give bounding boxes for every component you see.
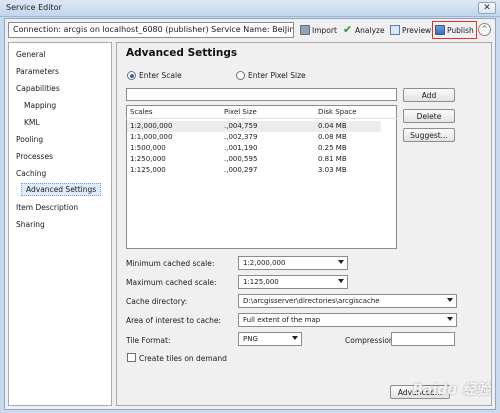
cache-directory-value: D:\arcgisserver\directories\arcgiscache	[243, 297, 380, 305]
table-row[interactable]: 1:125,000 .,000,297 3.03 MB	[127, 165, 381, 176]
sidebar-item-caching[interactable]: Caching	[16, 169, 46, 178]
cache-directory-label: Cache directory:	[126, 297, 188, 306]
suggest-button[interactable]: Suggest...	[403, 128, 455, 142]
enter-scale-label: Enter Scale	[139, 71, 182, 80]
publish-button[interactable]: Publish	[432, 21, 477, 39]
aoi-select[interactable]: Full extent of the map	[238, 313, 457, 327]
import-button[interactable]: Import	[298, 22, 339, 38]
collapse-icon[interactable]: ^	[478, 23, 491, 36]
sidebar-item-parameters[interactable]: Parameters	[16, 67, 59, 76]
disk-space-cell: 3.03 MB	[318, 166, 347, 174]
preview-icon	[390, 25, 400, 35]
sidebar-item-item-description[interactable]: Item Description	[16, 203, 78, 212]
column-header-scales[interactable]: Scales	[130, 108, 152, 116]
sidebar-item-general[interactable]: General	[16, 50, 46, 59]
pixel-size-cell: .,000,297	[224, 166, 258, 174]
sidebar-item-mapping[interactable]: Mapping	[24, 101, 56, 110]
scale-cell: 1:500,000	[130, 144, 166, 152]
compression-input[interactable]	[391, 332, 455, 346]
table-header: Scales Pixel Size Disk Space	[126, 105, 397, 119]
sidebar-item-capabilities[interactable]: Capabilities	[16, 84, 60, 93]
scale-cell: 1:250,000	[130, 155, 166, 163]
sidebar-item-processes[interactable]: Processes	[16, 152, 53, 161]
scale-cell: 1:125,000	[130, 166, 166, 174]
close-window-button[interactable]: ✕	[478, 2, 496, 14]
publish-icon	[435, 25, 445, 35]
min-scale-label: Minimum cached scale:	[126, 259, 215, 268]
table-row[interactable]: 1:1,000,000 .,002,379 0.08 MB	[127, 132, 381, 143]
column-header-pixel-size[interactable]: Pixel Size	[224, 108, 257, 116]
add-button[interactable]: Add	[403, 88, 455, 102]
table-row[interactable]: 1:2,000,000 .,004,759 0.04 MB	[127, 121, 381, 132]
enter-pixel-size-radio[interactable]	[236, 71, 245, 80]
sidebar-item-sharing[interactable]: Sharing	[16, 220, 45, 229]
sidebar-item-kml[interactable]: KML	[24, 118, 40, 127]
table-row[interactable]: 1:500,000 .,001,190 0.25 MB	[127, 143, 381, 154]
min-scale-value: 1:2,000,000	[243, 259, 286, 267]
watermark-logo: Baidu 经验	[412, 382, 490, 398]
scale-cell: 1:2,000,000	[130, 122, 173, 130]
preview-label: Preview	[402, 25, 432, 35]
pixel-size-cell: .,000,595	[224, 155, 258, 163]
preview-button[interactable]: Preview	[388, 22, 433, 38]
disk-space-cell: 0.08 MB	[318, 133, 347, 141]
aoi-value: Full extent of the map	[243, 316, 321, 324]
pixel-size-cell: .,004,759	[224, 122, 258, 130]
table-row[interactable]: 1:250,000 .,000,595 0.81 MB	[127, 154, 381, 165]
connection-info: Connection: arcgis on localhost_6080 (pu…	[8, 22, 294, 38]
chevron-down-icon	[338, 260, 344, 264]
scale-cell: 1:1,000,000	[130, 133, 173, 141]
chevron-down-icon	[338, 279, 344, 283]
import-icon	[300, 25, 310, 35]
pixel-size-cell: .,002,379	[224, 133, 258, 141]
compression-label: Compression:	[345, 336, 397, 345]
sidebar: General Parameters Capabilities Mapping …	[8, 42, 112, 406]
disk-space-cell: 0.04 MB	[318, 122, 347, 130]
min-scale-select[interactable]: 1:2,000,000	[238, 256, 348, 270]
publish-label: Publish	[447, 25, 474, 35]
disk-space-cell: 0.81 MB	[318, 155, 347, 163]
window-title: Service Editor	[6, 3, 62, 12]
sidebar-item-advanced-settings[interactable]: Advanced Settings	[21, 183, 102, 196]
chevron-down-icon	[447, 317, 453, 321]
tile-format-select[interactable]: PNG	[238, 332, 302, 346]
sidebar-item-pooling[interactable]: Pooling	[16, 135, 43, 144]
scale-input[interactable]	[126, 88, 397, 101]
analyze-label: Analyze	[355, 25, 385, 35]
chevron-down-icon	[447, 298, 453, 302]
disk-space-cell: 0.25 MB	[318, 144, 347, 152]
analyze-button[interactable]: ✔ Analyze	[341, 22, 387, 38]
aoi-label: Area of interest to cache:	[126, 316, 222, 325]
cache-directory-select[interactable]: D:\arcgisserver\directories\arcgiscache	[238, 294, 457, 308]
enter-pixel-size-label: Enter Pixel Size	[248, 71, 306, 80]
create-tiles-checkbox[interactable]	[127, 353, 136, 362]
page-title: Advanced Settings	[126, 47, 238, 59]
chevron-down-icon	[292, 336, 298, 340]
max-scale-select[interactable]: 1:125,000	[238, 275, 348, 289]
tile-format-value: PNG	[243, 335, 258, 343]
max-scale-label: Maximum cached scale:	[126, 278, 217, 287]
checkmark-icon: ✔	[343, 23, 353, 36]
title-bar	[0, 0, 500, 17]
tile-format-label: Tile Format:	[126, 336, 171, 345]
delete-button[interactable]: Delete	[403, 109, 455, 123]
create-tiles-label: Create tiles on demand	[139, 354, 227, 363]
max-scale-value: 1:125,000	[243, 278, 279, 286]
pixel-size-cell: .,001,190	[224, 144, 258, 152]
column-header-disk-space[interactable]: Disk Space	[318, 108, 357, 116]
import-label: Import	[312, 25, 337, 35]
enter-scale-radio[interactable]	[127, 71, 136, 80]
